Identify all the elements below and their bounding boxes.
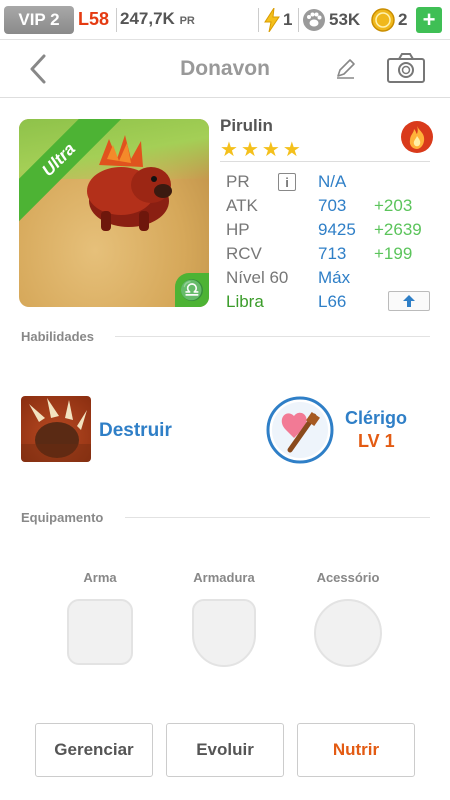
armor-label: Armadura xyxy=(193,570,255,585)
creature-portrait[interactable]: Ultra ♎ xyxy=(19,119,209,307)
star-icon: ★ xyxy=(240,139,259,161)
sign-value: L66 xyxy=(318,292,347,311)
player-level: L58 xyxy=(78,9,110,29)
weapon-label: Arma xyxy=(83,570,117,585)
rcv-bonus: +199 xyxy=(374,244,413,263)
star-rating: ★ ★ ★ ★ xyxy=(220,140,301,160)
manage-button[interactable]: Gerenciar xyxy=(35,723,153,777)
rcv-label: RCV xyxy=(226,244,262,263)
up-arrow-icon xyxy=(403,295,415,307)
lightning-icon xyxy=(264,8,280,32)
paws-value: 53K xyxy=(329,10,361,29)
status-bar: VIP 2 L58 247,7K PR 1 53K 2 + xyxy=(0,0,450,40)
fire-icon xyxy=(401,121,433,153)
edit-button[interactable] xyxy=(334,56,358,80)
passive-skill-button[interactable] xyxy=(266,396,334,464)
accessory-slot[interactable] xyxy=(314,599,382,667)
pencil-icon xyxy=(337,59,355,79)
accessory-label: Acessório xyxy=(316,570,380,585)
armor-slot[interactable] xyxy=(192,599,256,667)
stat-row-level: Nível 60 Máx xyxy=(226,266,436,290)
divider xyxy=(258,8,259,32)
divider xyxy=(116,8,117,32)
stat-row-rcv: RCV 713 +199 xyxy=(226,242,436,266)
atk-bonus: +203 xyxy=(374,196,413,215)
atk-label: ATK xyxy=(226,196,258,215)
coins-value: 2 xyxy=(398,10,408,29)
coin-icon xyxy=(371,8,395,32)
power-rating: 247,7K PR xyxy=(120,9,195,29)
divider xyxy=(115,336,430,337)
claw-icon xyxy=(21,398,91,462)
energy-value: 1 xyxy=(283,10,293,29)
camera-icon xyxy=(387,53,425,83)
paws-counter[interactable]: 53K xyxy=(302,6,360,34)
stat-row-pr: PR i N/A xyxy=(226,170,436,194)
stat-row-sign: Libra L66 xyxy=(226,290,436,314)
atk-value: 703 xyxy=(318,196,347,215)
energy-counter[interactable]: 1 xyxy=(264,6,292,34)
active-skill-button[interactable] xyxy=(21,396,91,462)
skills-heading: Habilidades xyxy=(21,329,94,344)
coins-counter[interactable]: 2 xyxy=(371,6,407,34)
hp-value: 9425 xyxy=(318,220,356,239)
rcv-value: 713 xyxy=(318,244,347,263)
pr-label: PR xyxy=(226,172,250,191)
creature-name: Pirulin xyxy=(220,116,273,135)
level-label: Nível 60 xyxy=(226,268,289,287)
upgrade-sign-button[interactable] xyxy=(388,291,430,311)
pr-value: N/A xyxy=(318,172,347,191)
hp-bonus: +2639 xyxy=(374,220,422,239)
stat-row-atk: ATK 703 +203 xyxy=(226,194,436,218)
page-title: Donavon xyxy=(180,57,270,80)
power-value: 247,7K xyxy=(120,9,175,28)
divider xyxy=(125,517,430,518)
divider xyxy=(220,161,430,162)
passive-skill-level: LV 1 xyxy=(358,431,395,451)
paw-icon xyxy=(303,9,325,31)
power-unit: PR xyxy=(179,15,195,27)
equipment-heading: Equipamento xyxy=(21,510,104,525)
hp-label: HP xyxy=(226,220,250,239)
heart-staff-icon xyxy=(266,396,334,464)
vip-badge[interactable]: VIP 2 xyxy=(4,6,74,34)
active-skill-name[interactable]: Destruir xyxy=(99,420,172,442)
sign-label: Libra xyxy=(226,292,264,311)
star-icon: ★ xyxy=(261,139,280,161)
weapon-slot[interactable] xyxy=(67,599,133,665)
level-value: Máx xyxy=(318,268,351,287)
passive-skill-name[interactable]: Clérigo xyxy=(345,408,407,429)
info-icon[interactable]: i xyxy=(278,173,296,191)
star-icon: ★ xyxy=(282,139,301,161)
stats-table: PR i N/A ATK 703 +203 HP 9425 +2639 RCV … xyxy=(226,170,436,314)
divider xyxy=(298,8,299,32)
stat-row-hp: HP 9425 +2639 xyxy=(226,218,436,242)
feed-button[interactable]: Nutrir xyxy=(297,723,415,777)
evolve-button[interactable]: Evoluir xyxy=(166,723,284,777)
camera-button[interactable] xyxy=(386,52,426,84)
zodiac-libra-icon: ♎ xyxy=(175,273,209,307)
add-currency-button[interactable]: + xyxy=(416,7,442,33)
creature-detail-panel: Ultra ♎ Pirulin ★ ★ ★ ★ PR i N/A ATK 703 +2… xyxy=(0,98,450,800)
star-icon: ★ xyxy=(220,139,238,161)
header: Donavon xyxy=(0,40,450,98)
